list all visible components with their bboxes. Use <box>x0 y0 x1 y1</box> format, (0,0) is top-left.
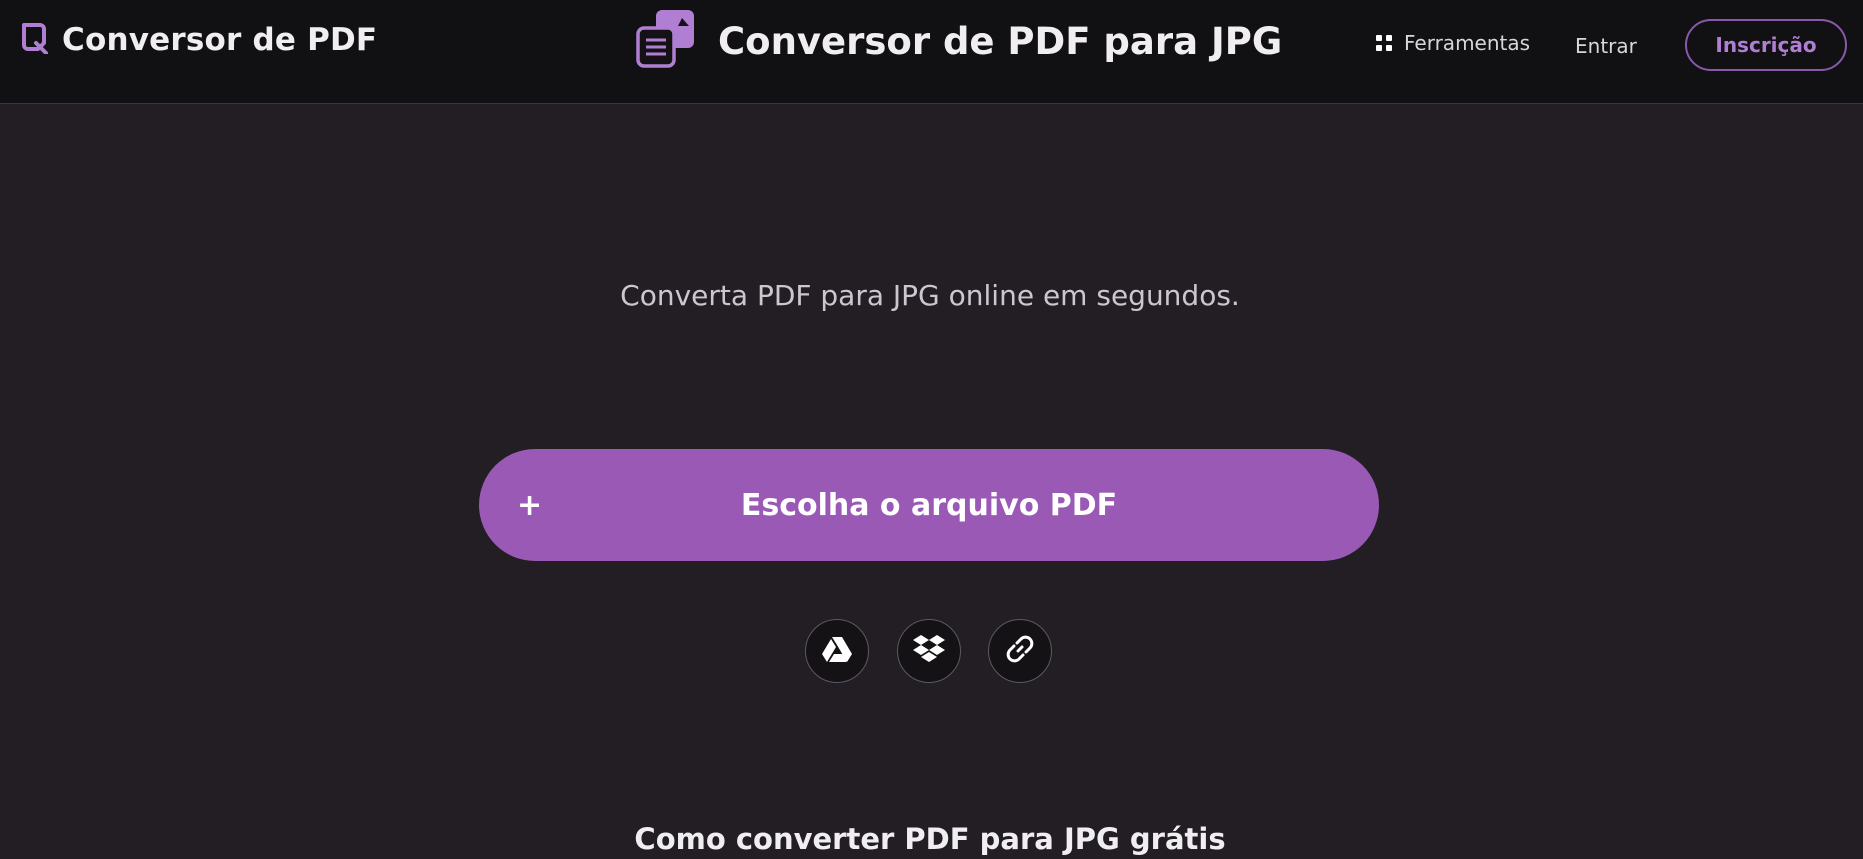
brand-logo-link[interactable]: Conversor de PDF <box>20 22 377 58</box>
google-drive-button[interactable] <box>805 619 869 683</box>
signup-button[interactable]: Inscrição <box>1685 19 1847 71</box>
brand-name: Conversor de PDF <box>62 22 378 58</box>
grid-icon <box>1376 35 1392 51</box>
link-icon <box>1005 634 1035 668</box>
url-link-button[interactable] <box>988 619 1052 683</box>
tools-menu-label: Ferramentas <box>1404 31 1531 55</box>
how-to-heading: Como converter PDF para JPG grátis <box>634 822 1226 856</box>
plus-icon: + <box>517 487 543 523</box>
google-drive-icon <box>821 635 853 667</box>
dropbox-icon <box>913 634 945 668</box>
page-title: Conversor de PDF para JPG <box>718 19 1283 63</box>
top-navigation-bar: Conversor de PDF Conversor de PDF para J… <box>0 0 1863 104</box>
brand-logo-icon <box>20 22 48 58</box>
tools-menu-button[interactable]: Ferramentas <box>1376 31 1530 55</box>
pdf-to-jpg-icon <box>634 8 696 74</box>
page-subtitle: Converta PDF para JPG online em segundos… <box>620 279 1240 312</box>
login-link[interactable]: Entrar <box>1575 34 1637 58</box>
page-title-group: Conversor de PDF para JPG <box>634 8 1282 74</box>
choose-pdf-file-label: Escolha o arquivo PDF <box>740 487 1118 523</box>
dropbox-button[interactable] <box>897 619 961 683</box>
choose-pdf-file-button[interactable]: + Escolha o arquivo PDF <box>479 449 1379 561</box>
